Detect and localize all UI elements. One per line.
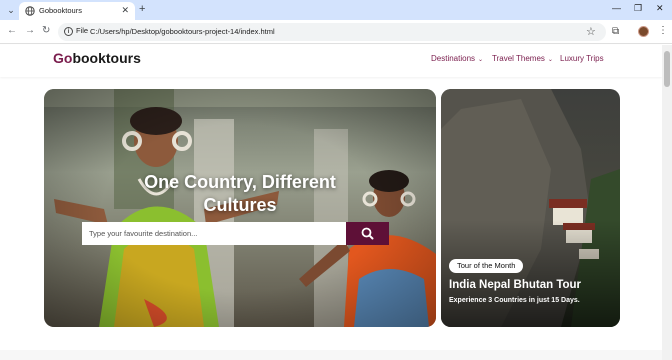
search-button[interactable] [346, 222, 389, 245]
scrollbar-thumb[interactable] [664, 51, 670, 87]
profile-avatar[interactable] [638, 26, 649, 37]
chevron-down-icon: ⌄ [547, 57, 553, 63]
page-bottom-edge [0, 350, 662, 360]
hero-title-line1: One Country, Different [144, 172, 336, 192]
close-window-icon[interactable]: ✕ [656, 3, 664, 14]
browser-toolbar: ← → ↻ i File C:/Users/hp/Desktop/gobookt… [0, 20, 672, 44]
back-icon[interactable]: ← [7, 25, 17, 36]
tour-title[interactable]: India Nepal Bhutan Tour [449, 279, 581, 291]
minimize-icon[interactable]: — [612, 3, 621, 13]
nav-travel-themes[interactable]: Travel Themes ⌄ [492, 54, 553, 63]
bookmark-star-icon[interactable]: ☆ [586, 25, 596, 38]
new-tab-button[interactable]: + [139, 3, 145, 15]
hero-banner: One Country, Different Cultures [44, 89, 436, 327]
file-chip: File [76, 26, 89, 35]
site-header: Gobooktours Destinations ⌄ Travel Themes ⌄… [0, 45, 662, 77]
tour-subtitle: Experience 3 Countries in just 15 Days. [449, 297, 580, 304]
url-text[interactable]: C:/Users/hp/Desktop/gobooktours-project-… [90, 27, 275, 36]
reload-icon[interactable]: ↻ [42, 25, 50, 36]
destination-search-input[interactable] [82, 222, 346, 245]
hero-title: One Country, Different Cultures [44, 171, 436, 217]
bhutan-monastery-photo [441, 89, 620, 327]
address-bar[interactable]: i File C:/Users/hp/Desktop/gobooktours-p… [58, 23, 606, 41]
tour-of-month-badge: Tour of the Month [449, 259, 524, 273]
forward-icon[interactable]: → [25, 25, 35, 36]
nav-luxury-trips[interactable]: Luxury Trips [560, 54, 604, 63]
nav-label: Travel Themes [492, 54, 545, 63]
site-logo[interactable]: Gobooktours [53, 50, 141, 66]
tour-of-month-card[interactable]: Tour of the Month India Nepal Bhutan Tou… [441, 89, 620, 327]
search-icon [361, 227, 374, 240]
browser-tab[interactable]: Gobooktours ✕ [19, 2, 135, 20]
menu-kebab-icon[interactable]: ⋮ [658, 25, 668, 36]
nav-label: Destinations [431, 54, 476, 63]
hero-title-line2: Cultures [203, 195, 277, 215]
chevron-down-icon: ⌄ [478, 57, 484, 63]
logo-accent: Go [53, 50, 73, 66]
tab-search-chevron-icon[interactable]: ⌄ [5, 4, 17, 16]
page-scrollbar[interactable] [662, 45, 672, 360]
close-tab-icon[interactable]: ✕ [121, 5, 129, 16]
globe-icon [25, 6, 35, 16]
info-icon[interactable]: i [64, 27, 73, 36]
tab-title: Gobooktours [39, 6, 82, 15]
nav-label: Luxury Trips [560, 54, 604, 63]
restore-icon[interactable]: ❐ [634, 3, 642, 14]
nav-destinations[interactable]: Destinations ⌄ [431, 54, 483, 63]
browser-tab-strip: ⌄ Gobooktours ✕ + — ❐ ✕ [0, 0, 672, 20]
logo-text: booktours [72, 50, 141, 66]
extensions-icon[interactable]: ⧉ [612, 26, 619, 37]
